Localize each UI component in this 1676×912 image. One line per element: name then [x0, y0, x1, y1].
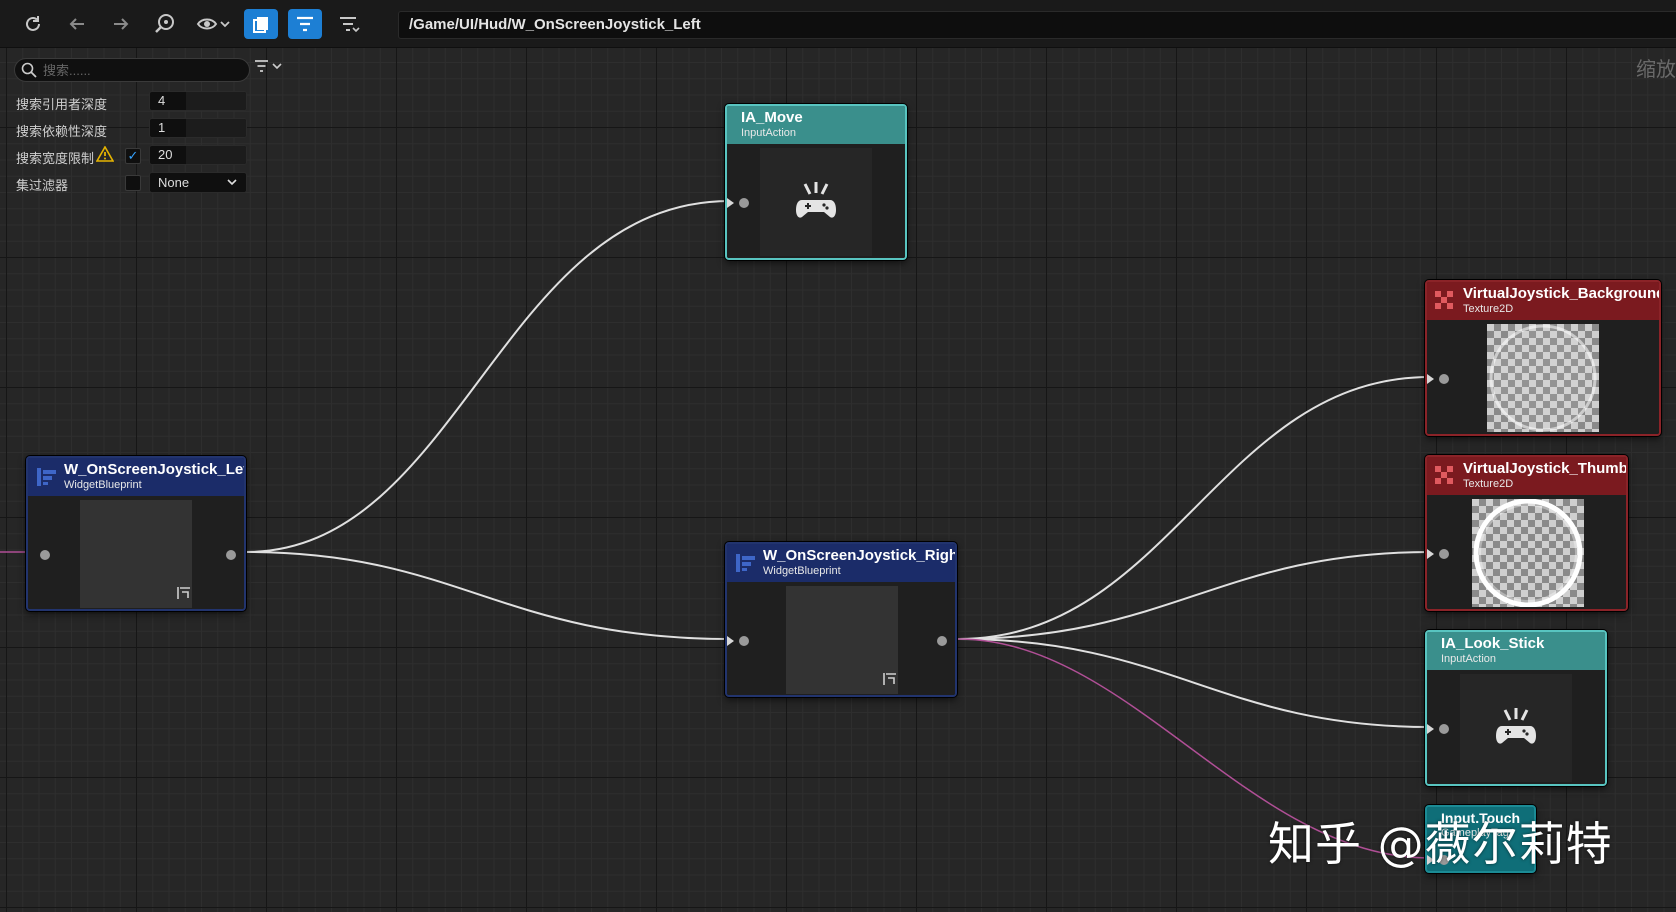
widget-blueprint-icon — [177, 587, 190, 599]
texture-icon — [1435, 291, 1453, 309]
node-title: IA_Move — [741, 109, 803, 126]
filter-icon[interactable] — [288, 8, 322, 39]
node-type: InputAction — [741, 127, 797, 139]
dependency-depth-label: 搜索依赖性深度 — [16, 124, 108, 139]
back-arrow-icon[interactable] — [60, 9, 94, 39]
output-pin[interactable] — [226, 550, 236, 560]
joystick-thumb-ring — [1473, 499, 1583, 607]
search-box[interactable] — [14, 58, 250, 82]
referencer-depth-row: 搜索引用者深度 4 — [10, 88, 250, 114]
gamepad-icon — [1496, 708, 1536, 744]
joystick-background-ring — [1489, 324, 1597, 432]
search-input[interactable] — [43, 61, 238, 79]
collection-filter-label: 集过滤器 — [16, 178, 69, 193]
node-type: Texture2D — [1463, 303, 1514, 315]
node-type: Texture2D — [1463, 478, 1514, 490]
filter-options-icon[interactable] — [332, 9, 366, 39]
breadth-limit-row: 搜索宽度限制 ✓ 20 — [10, 142, 250, 168]
warning-icon — [96, 146, 114, 162]
widget-blueprint-icon — [883, 673, 896, 685]
node-virtualjoystick-thumb[interactable]: VirtualJoystick_Thumb Texture2D — [1425, 455, 1628, 611]
referencer-depth-label: 搜索引用者深度 — [16, 97, 108, 112]
node-type: WidgetBlueprint — [763, 565, 841, 577]
node-title: IA_Look_Stick — [1441, 635, 1545, 652]
watermark: 知乎 @薇尔莉特 — [1268, 817, 1613, 871]
input-pin[interactable] — [1439, 549, 1449, 559]
input-pin[interactable] — [1439, 724, 1449, 734]
visibility-eye-icon[interactable] — [192, 9, 234, 39]
input-pin[interactable] — [40, 550, 50, 560]
input-pin-arrow — [1427, 724, 1434, 734]
zoom-label: 缩放 — [1636, 57, 1676, 81]
collection-filter-checkbox[interactable] — [125, 175, 141, 191]
output-pin[interactable] — [937, 636, 947, 646]
input-pin-arrow — [1427, 374, 1434, 384]
collection-filter-select[interactable]: None — [149, 172, 247, 193]
refresh-icon[interactable] — [16, 9, 50, 39]
node-ia-look-stick[interactable]: IA_Look_Stick InputAction — [1425, 630, 1607, 786]
breadth-limit-checkbox[interactable]: ✓ — [125, 148, 141, 164]
input-pin[interactable] — [739, 636, 749, 646]
input-pin-arrow — [727, 198, 734, 208]
node-ia-move[interactable]: IA_Move InputAction — [725, 104, 907, 260]
forward-arrow-icon[interactable] — [104, 9, 138, 39]
node-type: WidgetBlueprint — [64, 479, 142, 491]
collection-filter-value: None — [158, 175, 190, 190]
widget-blueprint-icon — [37, 468, 56, 486]
gamepad-icon — [796, 182, 836, 218]
filter-icon — [255, 60, 282, 72]
node-title: VirtualJoystick_Background — [1463, 285, 1661, 302]
find-asset-icon[interactable] — [148, 9, 182, 39]
node-title: VirtualJoystick_Thumb — [1463, 460, 1628, 477]
collection-filter-row: 集过滤器 None — [10, 169, 250, 195]
copy-pages-icon[interactable] — [244, 8, 278, 39]
toolbar: /Game/UI/Hud/W_OnScreenJoystick_Left — [0, 0, 1676, 48]
settings-filter-dropdown[interactable] — [254, 58, 284, 77]
breadth-limit-input[interactable]: 20 — [149, 145, 247, 165]
chevron-down-icon — [227, 179, 237, 186]
breadth-limit-label: 搜索宽度限制 — [16, 151, 95, 166]
node-type: InputAction — [1441, 653, 1497, 665]
wire-right-to-vj-thumb — [957, 551, 1431, 640]
node-title: W_OnScreenJoystick_Right — [763, 547, 957, 564]
node-w-onscreenjoystick-right[interactable]: W_OnScreenJoystick_Right WidgetBlueprint — [725, 542, 957, 697]
node-title: W_OnScreenJoystick_Left — [64, 461, 246, 478]
input-pin-arrow — [727, 636, 734, 646]
wire-right-to-vj-background — [957, 376, 1431, 640]
dependency-depth-input[interactable]: 1 — [149, 118, 247, 138]
texture-icon — [1435, 466, 1453, 484]
wire-right-to-ia-look — [957, 638, 1431, 728]
dependency-depth-row: 搜索依赖性深度 1 — [10, 115, 250, 141]
wire-left-to-ia-move — [245, 200, 731, 553]
node-virtualjoystick-background[interactable]: VirtualJoystick_Background Texture2D — [1425, 280, 1661, 436]
wire-left-to-right — [245, 551, 731, 640]
input-pin[interactable] — [1439, 374, 1449, 384]
asset-path-field[interactable]: /Game/UI/Hud/W_OnScreenJoystick_Left — [398, 11, 1676, 39]
search-icon — [21, 62, 37, 78]
widget-blueprint-icon — [736, 554, 755, 572]
input-pin-arrow — [1427, 549, 1434, 559]
referencer-depth-input[interactable]: 4 — [149, 91, 247, 111]
node-w-onscreenjoystick-left[interactable]: W_OnScreenJoystick_Left WidgetBlueprint — [26, 456, 246, 611]
input-pin[interactable] — [739, 198, 749, 208]
reference-viewer-settings: 搜索引用者深度 4 搜索依赖性深度 1 搜索宽度限制 ✓ 20 集过滤器 Non… — [10, 54, 282, 195]
